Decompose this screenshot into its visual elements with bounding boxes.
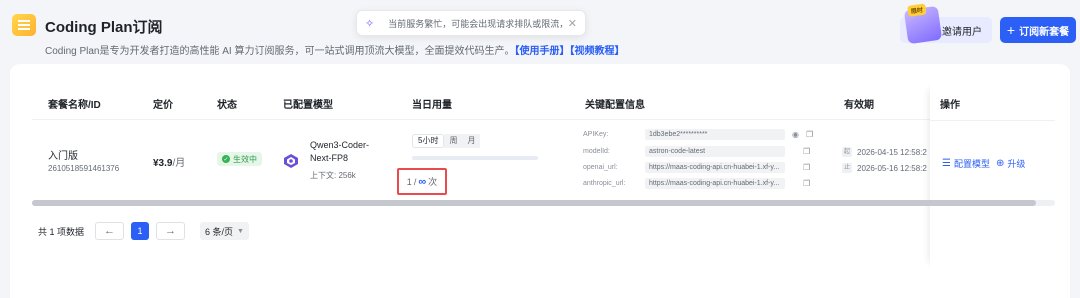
validity-start-date: 2026-04-15 12:58:2 bbox=[857, 147, 927, 157]
tab-month[interactable]: 月 bbox=[462, 134, 481, 148]
config-apikey: APIKey: 1db3ebe2********** ◉ ❐ bbox=[583, 128, 833, 140]
usage-progress-bar bbox=[412, 156, 538, 160]
page-subtitle: Coding Plan是专为开发者打造的高性能 AI 算力订阅服务，可一站式调用… bbox=[45, 42, 625, 57]
plan-id: 2610518591461376 bbox=[48, 164, 120, 173]
config-modelid: modelId: astron-code-latest ❐ bbox=[583, 145, 833, 157]
operations-column: 操作 ☰ 配置模型 ⊕ 升级 bbox=[930, 84, 1055, 268]
subscribe-new-plan-button[interactable]: + 订阅新套餐 bbox=[1000, 17, 1076, 43]
sparkle-icon: ✧ bbox=[365, 17, 375, 30]
validity-end: 止 2026-05-16 12:58:2 bbox=[842, 162, 927, 174]
config-value: https://maas-coding-api.cn-huabei-1.xf-y… bbox=[645, 161, 785, 173]
invite-user-button[interactable]: 限时 邀请用户 bbox=[900, 3, 992, 45]
copy-icon[interactable]: ❐ bbox=[803, 163, 810, 172]
config-openai-url: openai_url: https://maas-coding-api.cn-h… bbox=[583, 161, 833, 173]
header-model: 已配置模型 bbox=[283, 100, 333, 111]
busy-notice-toast: ✧ 当前服务繁忙，可能会出现请求排队或限流，GLM- ✕ bbox=[356, 10, 586, 36]
subscribe-label: 订阅新套餐 bbox=[1019, 26, 1070, 38]
start-mark: 起 bbox=[842, 147, 852, 157]
horizontal-scrollbar[interactable] bbox=[32, 200, 1055, 206]
header-daily-usage: 当日用量 bbox=[412, 100, 452, 111]
config-value: https://maas-coding-api.cn-huabei-1.xf-y… bbox=[645, 177, 785, 189]
config-key: openai_url: bbox=[583, 163, 618, 171]
config-key: modelId: bbox=[583, 147, 610, 155]
end-mark: 止 bbox=[842, 163, 852, 173]
page-size-value: 6 条/页 bbox=[205, 226, 234, 237]
plus-icon: + bbox=[1006, 22, 1016, 38]
header-divider bbox=[930, 120, 1055, 121]
plan-price: ¥3.9/月 bbox=[153, 154, 185, 169]
page-header: Coding Plan订阅 Coding Plan是专为开发者打造的高性能 AI… bbox=[0, 0, 1080, 62]
check-icon: ✓ bbox=[222, 155, 230, 163]
table-row: 入门版 2610518591461376 ¥3.9/月 ✓ 生效中 Qwen3-… bbox=[32, 120, 1055, 198]
header-actions: 操作 bbox=[940, 100, 960, 111]
validity-end-date: 2026-05-16 12:58:2 bbox=[857, 163, 927, 173]
config-key: APIKey: bbox=[583, 130, 609, 138]
page-1-button[interactable]: 1 bbox=[131, 222, 150, 240]
copy-icon[interactable]: ❐ bbox=[803, 179, 810, 188]
qwen-model-icon bbox=[283, 153, 299, 169]
usage-period-tabs: 5小时 周 月 bbox=[412, 134, 481, 148]
header-validity: 有效期 bbox=[844, 100, 874, 111]
upgrade-button[interactable]: ⊕ 升级 bbox=[996, 157, 1025, 170]
copy-icon[interactable]: ❐ bbox=[803, 147, 810, 156]
upgrade-label: 升级 bbox=[1007, 159, 1026, 169]
prev-page-button[interactable]: ← bbox=[95, 222, 125, 240]
tab-week[interactable]: 周 bbox=[444, 134, 463, 148]
page-title: Coding Plan订阅 bbox=[45, 19, 163, 36]
subtitle-text: Coding Plan是专为开发者打造的高性能 AI 算力订阅服务，可一站式调用… bbox=[45, 46, 515, 57]
model-context: 上下文: 256k bbox=[310, 171, 356, 180]
invite-user-label: 邀请用户 bbox=[942, 26, 982, 38]
config-value: astron-code-latest bbox=[645, 145, 785, 157]
eye-icon[interactable]: ◉ bbox=[792, 130, 799, 139]
subscription-card: 套餐名称/ID 定价 状态 已配置模型 当日用量 关键配置信息 有效期 入门版 … bbox=[10, 64, 1070, 298]
table-header: 套餐名称/ID 定价 状态 已配置模型 当日用量 关键配置信息 有效期 bbox=[32, 84, 1055, 120]
copy-icon[interactable]: ❐ bbox=[806, 130, 813, 139]
video-tutorial-link[interactable]: 【视频教程】 bbox=[570, 46, 625, 57]
coding-plan-logo-icon bbox=[12, 14, 36, 36]
subscription-table: 套餐名称/ID 定价 状态 已配置模型 当日用量 关键配置信息 有效期 入门版 … bbox=[32, 84, 1055, 268]
status-badge: ✓ 生效中 bbox=[217, 152, 262, 166]
price-unit: /月 bbox=[172, 158, 186, 169]
usage-separator: / bbox=[413, 176, 417, 187]
header-status: 状态 bbox=[217, 100, 237, 111]
header-price: 定价 bbox=[153, 100, 173, 111]
plan-name: 入门版 bbox=[48, 151, 78, 162]
scrollbar-thumb[interactable] bbox=[32, 200, 1036, 206]
header-plan-name: 套餐名称/ID bbox=[48, 100, 101, 111]
price-value: ¥3.9 bbox=[153, 158, 173, 169]
toast-message: 当前服务繁忙，可能会出现请求排队或限流，GLM- bbox=[388, 18, 564, 29]
config-value: 1db3ebe2********** bbox=[645, 128, 785, 140]
gift-badge-icon: 限时 bbox=[903, 3, 943, 45]
model-name: Qwen3-Coder-Next-FP8 bbox=[310, 140, 370, 163]
manual-link[interactable]: 【使用手册】 bbox=[515, 46, 570, 57]
config-anthropic-url: anthropic_url: https://maas-coding-api.c… bbox=[583, 177, 833, 189]
usage-unit: 次 bbox=[428, 177, 438, 187]
infinity-icon: ∞ bbox=[418, 175, 427, 188]
usage-count: 1 / ∞ 次 bbox=[397, 168, 447, 195]
usage-used: 1 bbox=[406, 176, 412, 187]
sliders-icon: ☰ bbox=[942, 158, 951, 169]
upgrade-arrow-icon: ⊕ bbox=[996, 158, 1005, 169]
header-key-config: 关键配置信息 bbox=[585, 100, 645, 111]
total-count: 共 1 项数据 bbox=[38, 226, 85, 237]
pagination: 共 1 项数据 ← 1 → 6 条/页 ▼ bbox=[38, 222, 249, 240]
configure-model-button[interactable]: ☰ 配置模型 bbox=[942, 157, 990, 170]
limited-time-tag: 限时 bbox=[907, 3, 927, 17]
tab-5-hours[interactable]: 5小时 bbox=[412, 134, 445, 148]
chevron-down-icon: ▼ bbox=[237, 227, 244, 235]
close-icon[interactable]: ✕ bbox=[568, 17, 577, 30]
status-text: 生效中 bbox=[233, 154, 257, 164]
page-size-select[interactable]: 6 条/页 ▼ bbox=[200, 222, 249, 240]
next-page-button[interactable]: → bbox=[156, 222, 186, 240]
config-key: anthropic_url: bbox=[583, 179, 626, 187]
configure-model-label: 配置模型 bbox=[953, 159, 990, 169]
validity-start: 起 2026-04-15 12:58:2 bbox=[842, 146, 927, 158]
